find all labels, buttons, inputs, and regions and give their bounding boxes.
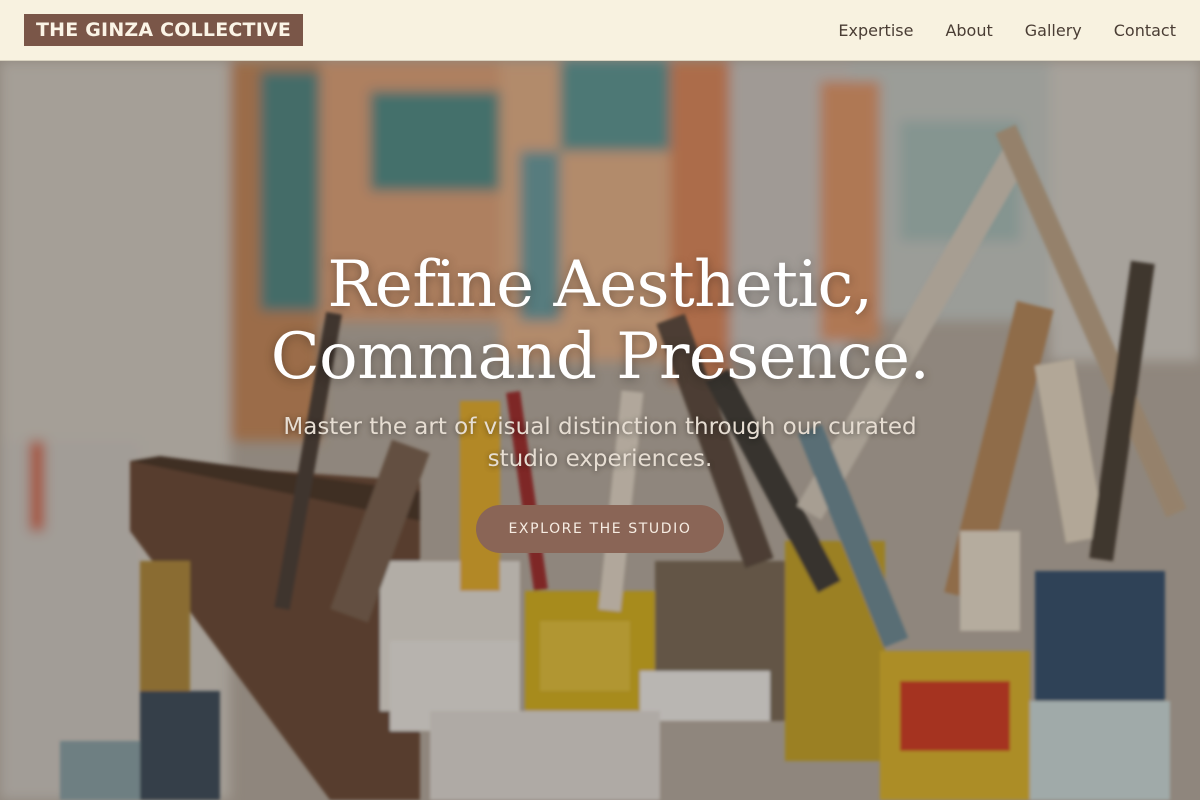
hero-title-line-2: Command Presence. bbox=[270, 320, 930, 394]
hero-section: Refine Aesthetic, Command Presence. Mast… bbox=[0, 61, 1200, 800]
nav-item-about[interactable]: About bbox=[945, 21, 992, 40]
hero-title-line-1: Refine Aesthetic, bbox=[327, 248, 873, 322]
site-header: THE GINZA COLLECTIVE Expertise About Gal… bbox=[0, 0, 1200, 61]
brand-logo[interactable]: THE GINZA COLLECTIVE bbox=[24, 14, 304, 46]
hero-title: Refine Aesthetic, Command Presence. bbox=[271, 249, 930, 393]
hero-content: Refine Aesthetic, Command Presence. Mast… bbox=[0, 61, 1200, 800]
hero-subtitle: Master the art of visual distinction thr… bbox=[283, 414, 917, 472]
explore-studio-button[interactable]: EXPLORE THE STUDIO bbox=[476, 505, 724, 553]
nav-item-gallery[interactable]: Gallery bbox=[1025, 21, 1082, 40]
nav-item-contact[interactable]: Contact bbox=[1114, 21, 1176, 40]
main-nav: Expertise About Gallery Contact bbox=[838, 21, 1176, 40]
nav-item-expertise[interactable]: Expertise bbox=[838, 21, 913, 40]
